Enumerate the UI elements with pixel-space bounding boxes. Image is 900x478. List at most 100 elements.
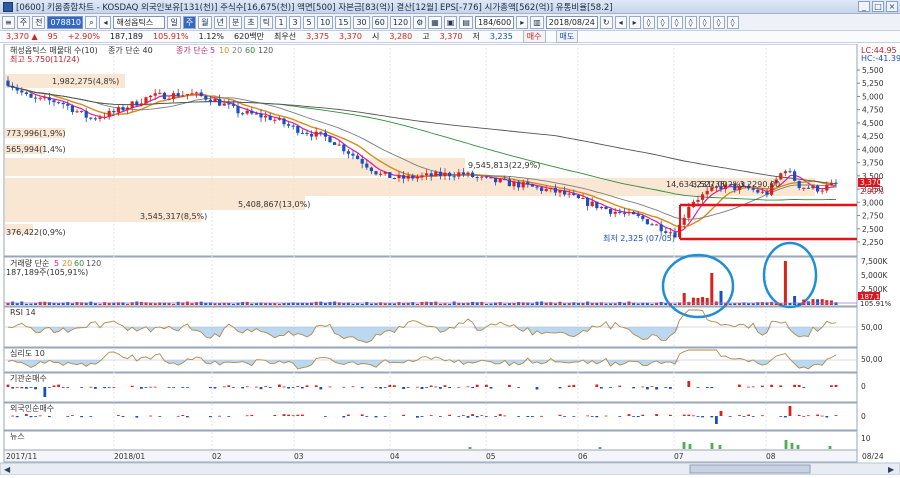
chart-settings-icon[interactable]: ⚙ — [413, 15, 427, 29]
option-e-button[interactable]: ◊ — [698, 15, 711, 29]
period-month-tab[interactable]: 월 — [198, 15, 212, 29]
stock-chart-svg[interactable]: 1,982,275(4,8%) 773,996(1,9%) 565,994(1,4%… — [0, 43, 900, 476]
stock-code-input[interactable]: 078810 — [47, 15, 84, 29]
minute-1-button[interactable]: 1 — [275, 15, 288, 29]
lock-icon[interactable]: ▣ — [443, 15, 458, 29]
candle-body — [365, 163, 369, 168]
minute-30-button[interactable]: 30 — [353, 15, 370, 29]
candle-body — [452, 176, 456, 178]
net-bar — [655, 414, 658, 416]
minute-120-button[interactable]: 120 — [389, 15, 412, 29]
vol-ma20-legend: 20 — [62, 259, 72, 268]
calendar-icon[interactable]: ▥ — [530, 15, 544, 29]
candle-body — [544, 189, 548, 191]
minute-60-button[interactable]: 60 — [371, 15, 388, 29]
candle-body — [342, 144, 346, 152]
volume-bar — [567, 303, 571, 305]
shares-label: 최우선 — [274, 32, 297, 41]
price-tick-label: 4,000 — [862, 145, 884, 154]
x-axis-label: 2018/01 — [114, 452, 145, 461]
period-year-tab[interactable]: 년 — [213, 15, 227, 29]
candle-body — [11, 85, 15, 88]
net-bar — [650, 386, 654, 387]
maximize-button[interactable]: □ — [872, 1, 884, 12]
price-tick-label: 5,500 — [862, 66, 884, 75]
period-tick-tab[interactable]: 틱 — [259, 15, 274, 29]
minimize-button[interactable]: _ — [858, 1, 870, 12]
net-bar — [112, 386, 116, 388]
news-bar — [718, 445, 722, 449]
candle-body — [392, 177, 396, 179]
candle-body — [112, 110, 116, 113]
scroll-left-icon[interactable]: ◀ — [4, 465, 11, 474]
scroll-right-icon[interactable]: ▶ — [888, 465, 895, 474]
refresh-icon[interactable]: ↻ — [599, 15, 613, 29]
candle-body — [57, 102, 61, 104]
volume-bar — [70, 303, 74, 305]
minute-15-button[interactable]: 15 — [335, 15, 352, 29]
mode-select[interactable]: 주 — [16, 15, 31, 29]
period-week-tab[interactable]: 주 — [182, 15, 197, 29]
minute-10-button[interactable]: 10 — [317, 15, 334, 29]
search-icon[interactable]: ⌕ — [85, 15, 98, 29]
period-minute-tab[interactable]: 분 — [228, 15, 243, 29]
open-label: 시 — [371, 32, 380, 41]
net-bar — [89, 416, 93, 417]
jeon-select[interactable]: 전 — [32, 15, 46, 29]
count-input[interactable]: 184/600 — [474, 15, 515, 29]
minute-3-button[interactable]: 3 — [289, 15, 302, 29]
volume-bar — [38, 301, 42, 305]
close-button[interactable]: × — [886, 1, 898, 12]
ruler-icon[interactable]: ▤ — [459, 15, 473, 29]
net-bar — [158, 416, 162, 417]
volume-bar — [268, 303, 272, 305]
option-b-button[interactable]: ◊ — [656, 15, 669, 29]
stock-name-field[interactable]: 해성옵틱스 — [113, 15, 166, 29]
net-bar — [241, 387, 244, 389]
candle-body — [356, 155, 360, 160]
nav-left-icon[interactable]: ◂ — [614, 15, 627, 29]
net-bar — [255, 386, 258, 388]
scrollbar-thumb[interactable] — [689, 464, 811, 474]
sell-button[interactable]: 매도 — [555, 30, 579, 43]
candle-body — [195, 92, 199, 94]
candle-body — [659, 224, 663, 232]
candle-body — [682, 217, 686, 225]
option-g-button[interactable]: ◊ — [726, 15, 739, 29]
candle-body — [599, 206, 603, 209]
news-bar — [828, 446, 832, 449]
minute-5-button[interactable]: 5 — [303, 15, 316, 29]
news-bar — [468, 447, 472, 449]
candle-body — [434, 171, 438, 177]
option-c-button[interactable]: ◊ — [670, 15, 683, 29]
chart-area[interactable]: 1,982,275(4,8%) 773,996(1,9%) 565,994(1,4%… — [0, 43, 900, 476]
volume-bar — [369, 303, 373, 305]
net-bar — [66, 387, 70, 388]
volume-bar — [705, 297, 709, 305]
foreign-tick: 0 — [861, 412, 866, 421]
net-bar — [52, 385, 56, 387]
option-d-button[interactable]: ◊ — [684, 15, 697, 29]
grid-icon[interactable]: ▦ — [428, 15, 442, 29]
candle-body — [264, 115, 268, 118]
option-f-button[interactable]: ◊ — [712, 15, 725, 29]
net-bar — [595, 384, 599, 387]
price-y-axis: 5,500 5,250 5,000 4,750 4,500 4,250 4,000 3,750… — [857, 66, 884, 247]
period-day-tab[interactable]: 일 — [167, 15, 181, 29]
net-bar — [11, 387, 14, 389]
candle-body — [236, 105, 240, 114]
buy-button[interactable]: 매수 — [522, 30, 546, 43]
candle-body — [319, 131, 323, 133]
chart-menu-button[interactable]: ≡ — [2, 15, 15, 29]
nav-right-icon[interactable]: ▸ — [628, 15, 641, 29]
candle-body — [461, 172, 465, 175]
period-second-tab[interactable]: 초 — [244, 15, 258, 29]
prev-stock-button[interactable]: ◂ — [99, 15, 112, 29]
date-input[interactable]: 2018/08/24 — [545, 15, 598, 29]
net-bar — [38, 415, 42, 417]
net-bar — [402, 414, 405, 416]
candle-body — [517, 181, 521, 188]
x-axis-label: 2017/11 — [6, 452, 37, 461]
zoom-in-icon[interactable]: ▸ — [516, 15, 529, 29]
option-a-button[interactable]: ◊ — [642, 15, 655, 29]
